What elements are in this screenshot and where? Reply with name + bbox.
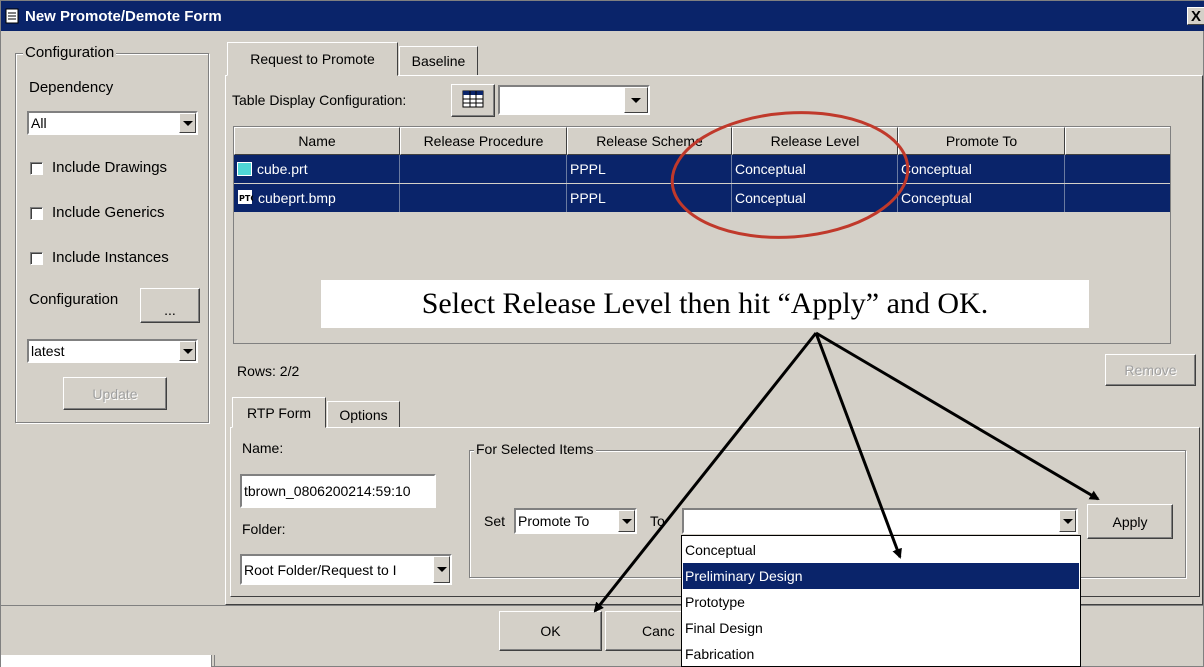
splitter [211,655,215,667]
chevron-down-icon[interactable] [618,510,635,532]
include-generics-label: Include Generics [52,204,165,221]
cell-release-procedure [400,184,567,212]
chevron-down-icon[interactable] [1059,510,1076,532]
cell-promote-to[interactable]: Conceptual [898,184,1065,212]
cell-release-level[interactable]: Conceptual [732,184,898,212]
configuration-group-title: Configuration [23,44,117,61]
cell-release-level[interactable]: Conceptual [732,155,898,183]
chevron-down-icon[interactable] [179,341,196,361]
cell-release-scheme: PPPL [567,184,732,212]
to-select[interactable] [682,508,1078,534]
dropdown-option[interactable]: Final Design [683,615,1079,641]
dropdown-option[interactable]: Preliminary Design [683,563,1079,589]
set-select[interactable]: Promote To [514,508,637,534]
name-field[interactable]: tbrown_0806200214:59:10 [240,474,436,508]
selected-items-group-title: For Selected Items [474,441,596,457]
rows-count: Rows: 2/2 [237,363,300,379]
include-drawings-checkbox[interactable] [30,162,43,175]
tab-rtp-form[interactable]: RTP Form [232,397,326,428]
table-display-select[interactable] [498,85,650,115]
table-row[interactable]: cube.prt PPPL Conceptual Conceptual [234,155,1170,183]
include-instances-checkbox[interactable] [30,252,43,265]
configuration-browse-button[interactable]: ... [140,288,200,323]
column-header-empty [1065,127,1170,155]
cell-release-procedure [400,155,567,183]
tab-request-to-promote[interactable]: Request to Promote [227,42,398,76]
ptc-image-icon: PTC [237,189,256,208]
name-label: Name: [242,440,284,456]
cell-name: cube.prt [234,155,400,183]
dependency-label: Dependency [29,79,114,96]
column-header-release-level[interactable]: Release Level [732,127,898,155]
table-icon [462,90,484,111]
chevron-down-icon[interactable] [433,556,450,583]
window-title: New Promote/Demote Form [25,7,222,25]
table-config-button[interactable] [451,84,495,117]
release-level-dropdown[interactable]: Conceptual Preliminary Design Prototype … [681,535,1081,667]
configuration-group [15,53,209,423]
table-row[interactable]: PTC cubeprt.bmp PPPL Conceptual Conceptu… [234,184,1170,212]
table-display-label: Table Display Configuration: [232,92,407,108]
tab-options[interactable]: Options [327,401,400,428]
cell-name: PTC cubeprt.bmp [234,184,400,212]
configuration-label: Configuration [29,291,119,308]
configuration-select[interactable]: latest [27,339,198,363]
cell-release-scheme: PPPL [567,155,732,183]
bottom-strip [1,655,211,667]
apply-button[interactable]: Apply [1087,504,1173,539]
include-drawings-label: Include Drawings [52,159,168,176]
include-generics-checkbox[interactable] [30,207,43,220]
chevron-down-icon[interactable] [624,87,648,113]
dependency-select[interactable]: All [27,111,198,135]
column-header-name[interactable]: Name [234,127,400,155]
dropdown-option[interactable]: Conceptual [683,537,1079,563]
set-value: Promote To [518,513,590,529]
folder-value: Root Folder/Request to I [244,561,397,578]
cell-name-text: cube.prt [257,161,308,177]
include-instances-label: Include Instances [52,249,169,266]
column-header-promote-to[interactable]: Promote To [898,127,1065,155]
part-icon [237,162,252,176]
column-header-release-procedure[interactable]: Release Procedure [400,127,567,155]
title-bar: New Promote/Demote Form [1,1,1204,31]
cell-name-text: cubeprt.bmp [258,190,336,206]
folder-label: Folder: [242,521,286,537]
annotation-text: Select Release Level then hit “Apply” an… [421,287,989,320]
remove-button[interactable]: Remove [1105,354,1196,386]
ok-button[interactable]: OK [499,611,602,651]
form-icon [5,8,19,24]
folder-select[interactable]: Root Folder/Request to I [240,554,452,585]
cell-promote-to[interactable]: Conceptual [898,155,1065,183]
dropdown-option[interactable]: Fabrication [683,641,1079,667]
column-header-release-scheme[interactable]: Release Scheme [567,127,732,155]
to-label: To [650,513,665,529]
set-label: Set [484,513,506,529]
chevron-down-icon[interactable] [179,113,196,133]
dropdown-option[interactable]: Prototype [683,589,1079,615]
dependency-value: All [31,115,47,131]
update-button[interactable]: Update [63,377,167,410]
tab-baseline[interactable]: Baseline [399,46,478,76]
svg-text:PTC: PTC [239,194,253,203]
close-button[interactable]: X [1187,7,1204,25]
configuration-value: latest [31,343,65,359]
